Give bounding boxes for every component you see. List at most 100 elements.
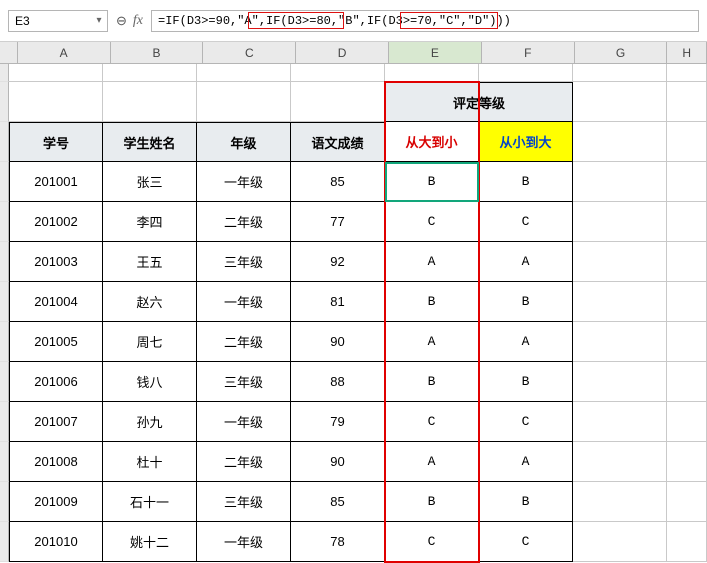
cell[interactable]	[573, 442, 667, 482]
col-header-B[interactable]: B	[111, 42, 204, 63]
row-header[interactable]	[0, 242, 9, 282]
cell-id[interactable]: 201004	[9, 282, 103, 322]
cell-name[interactable]: 石十一	[103, 482, 197, 522]
cell-score[interactable]: 79	[291, 402, 385, 442]
cell[interactable]	[9, 82, 103, 122]
cell-asc[interactable]: C	[479, 522, 573, 562]
cell-id[interactable]: 201008	[9, 442, 103, 482]
header-grade[interactable]: 年级	[197, 122, 291, 162]
cell-desc[interactable]: B	[385, 482, 479, 522]
col-header-H[interactable]: H	[667, 42, 707, 63]
row-header[interactable]	[0, 362, 9, 402]
col-header-E[interactable]: E	[389, 42, 482, 63]
cell[interactable]	[667, 282, 707, 322]
cell-score[interactable]: 90	[291, 322, 385, 362]
cell-id[interactable]: 201006	[9, 362, 103, 402]
cell-score[interactable]: 90	[291, 442, 385, 482]
cell[interactable]	[667, 482, 707, 522]
cell[interactable]	[197, 82, 291, 122]
cell-grade[interactable]: 三年级	[197, 482, 291, 522]
cell[interactable]	[573, 362, 667, 402]
fx-icon[interactable]: fx	[133, 13, 143, 29]
cell-name[interactable]: 孙九	[103, 402, 197, 442]
cell[interactable]	[291, 82, 385, 122]
cell[interactable]	[667, 322, 707, 362]
row-header[interactable]	[0, 522, 9, 562]
cell-grade[interactable]: 二年级	[197, 322, 291, 362]
cell-asc[interactable]: A	[479, 442, 573, 482]
cell-id[interactable]: 201005	[9, 322, 103, 362]
cell-score[interactable]: 78	[291, 522, 385, 562]
cell-name[interactable]: 王五	[103, 242, 197, 282]
cell-desc[interactable]: A	[385, 442, 479, 482]
cell[interactable]	[573, 202, 667, 242]
cell-score[interactable]: 92	[291, 242, 385, 282]
cell[interactable]	[479, 64, 573, 82]
select-all-corner[interactable]	[0, 42, 18, 63]
cell[interactable]	[667, 402, 707, 442]
cell-score[interactable]: 85	[291, 482, 385, 522]
cell-name[interactable]: 钱八	[103, 362, 197, 402]
cell-grade[interactable]: 三年级	[197, 362, 291, 402]
col-header-D[interactable]: D	[296, 42, 389, 63]
cell[interactable]	[573, 522, 667, 562]
cell[interactable]	[9, 64, 103, 82]
cell-id[interactable]: 201002	[9, 202, 103, 242]
cell[interactable]	[573, 402, 667, 442]
cell-name[interactable]: 杜十	[103, 442, 197, 482]
cell[interactable]	[573, 162, 667, 202]
cell[interactable]	[667, 522, 707, 562]
cell-grade[interactable]: 三年级	[197, 242, 291, 282]
zoom-out-icon[interactable]: ⊖	[116, 13, 127, 29]
row-header[interactable]	[0, 202, 9, 242]
cell-desc[interactable]: B	[385, 162, 479, 202]
cell[interactable]	[667, 202, 707, 242]
cell-asc[interactable]: C	[479, 202, 573, 242]
cell-id[interactable]: 201003	[9, 242, 103, 282]
cell[interactable]	[573, 242, 667, 282]
cell-grade[interactable]: 一年级	[197, 282, 291, 322]
cell-asc[interactable]: C	[479, 402, 573, 442]
cell-desc[interactable]: C	[385, 402, 479, 442]
cell[interactable]	[573, 122, 667, 162]
cell-desc[interactable]: B	[385, 282, 479, 322]
cell-grade[interactable]: 二年级	[197, 202, 291, 242]
cell-grade[interactable]: 一年级	[197, 522, 291, 562]
row-header[interactable]	[0, 282, 9, 322]
cell-asc[interactable]: B	[479, 282, 573, 322]
cell-name[interactable]: 赵六	[103, 282, 197, 322]
cell-asc[interactable]: A	[479, 242, 573, 282]
cell[interactable]	[573, 282, 667, 322]
cell-id[interactable]: 201001	[9, 162, 103, 202]
cell[interactable]	[103, 82, 197, 122]
cell-id[interactable]: 201009	[9, 482, 103, 522]
col-header-A[interactable]: A	[18, 42, 111, 63]
cell-asc[interactable]: B	[479, 362, 573, 402]
row-header[interactable]	[0, 322, 9, 362]
header-desc[interactable]: 从大到小	[385, 122, 479, 162]
cell-asc[interactable]: B	[479, 482, 573, 522]
cell-score[interactable]: 85	[291, 162, 385, 202]
chevron-down-icon[interactable]: ▾	[91, 15, 107, 26]
cell[interactable]	[197, 64, 291, 82]
cell[interactable]	[573, 82, 667, 122]
cell-score[interactable]: 88	[291, 362, 385, 402]
header-asc[interactable]: 从小到大	[479, 122, 573, 162]
row-header[interactable]	[0, 442, 9, 482]
cell-desc[interactable]: A	[385, 242, 479, 282]
cell-name[interactable]: 姚十二	[103, 522, 197, 562]
cell-asc[interactable]: A	[479, 322, 573, 362]
cell[interactable]	[667, 82, 707, 122]
cell-name[interactable]: 李四	[103, 202, 197, 242]
header-name[interactable]: 学生姓名	[103, 122, 197, 162]
cell[interactable]	[573, 322, 667, 362]
cell-desc[interactable]: C	[385, 522, 479, 562]
row-header[interactable]	[0, 162, 9, 202]
cell-asc[interactable]: B	[479, 162, 573, 202]
cell-desc[interactable]: C	[385, 202, 479, 242]
cell[interactable]	[667, 64, 707, 82]
header-score[interactable]: 语文成绩	[291, 122, 385, 162]
cell-score[interactable]: 77	[291, 202, 385, 242]
cell-name[interactable]: 张三	[103, 162, 197, 202]
row-header[interactable]	[0, 122, 9, 162]
